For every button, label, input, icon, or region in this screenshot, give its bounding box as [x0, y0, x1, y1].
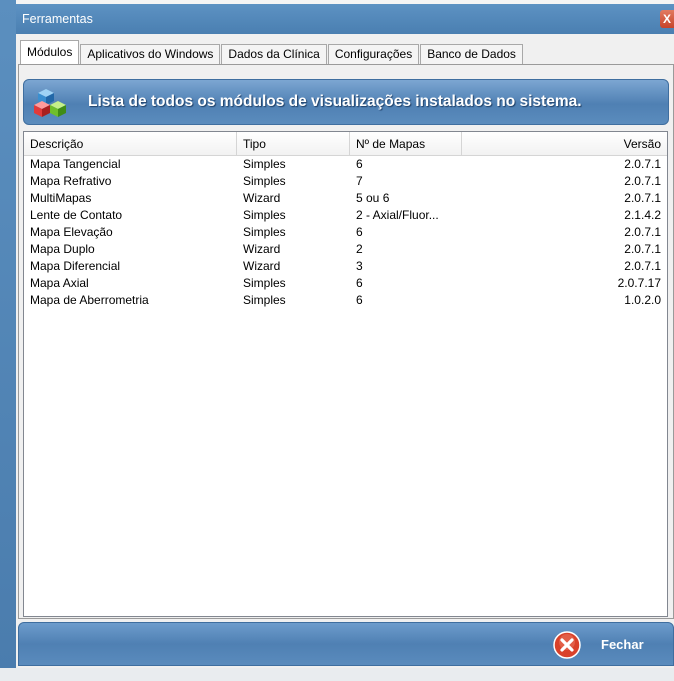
cell-versao: 2.0.7.1	[624, 225, 661, 239]
cell-descricao: Mapa Axial	[30, 276, 89, 290]
cell-descricao: Mapa Refrativo	[30, 174, 112, 188]
cell-num-mapas: 6	[356, 276, 363, 290]
window-left-border	[0, 0, 16, 681]
list-item[interactable]: Mapa Refrativo Simples 7 2.0.7.1	[24, 173, 667, 190]
cell-num-mapas: 2	[356, 242, 363, 256]
list-header: Descrição Tipo Nº de Mapas Versão	[24, 132, 667, 156]
list-item[interactable]: MultiMapas Wizard 5 ou 6 2.0.7.1	[24, 190, 667, 207]
window-close-button[interactable]: X	[660, 10, 674, 28]
info-banner: Lista de todos os módulos de visualizaçõ…	[23, 79, 669, 125]
column-header-versao[interactable]: Versão	[462, 132, 667, 156]
cell-num-mapas: 7	[356, 174, 363, 188]
list-body: Mapa Tangencial Simples 6 2.0.7.1 Mapa Refra…	[24, 156, 667, 309]
cell-descricao: MultiMapas	[30, 191, 92, 205]
list-item[interactable]: Lente de Contato Simples 2 - Axial/Fluor..…	[24, 207, 667, 224]
window-bottom-edge	[0, 668, 674, 681]
cell-versao: 2.0.7.17	[617, 276, 661, 290]
cell-descricao: Mapa Duplo	[30, 242, 95, 256]
modules-list[interactable]: Descrição Tipo Nº de Mapas Versão Mapa T…	[23, 131, 668, 617]
close-circle-icon	[553, 631, 581, 659]
cell-versao: 2.0.7.1	[624, 157, 661, 171]
title-bar[interactable]: Ferramentas X	[16, 4, 674, 34]
cell-descricao: Mapa de Aberrometria	[30, 293, 149, 307]
list-item[interactable]: Mapa Diferencial Wizard 3 2.0.7.1	[24, 258, 667, 275]
tab-panel-modulos: Lista de todos os módulos de visualizaçõ…	[18, 64, 674, 619]
cell-num-mapas: 6	[356, 157, 363, 171]
tab-configuracoes[interactable]: Configurações	[327, 44, 420, 64]
cell-num-mapas: 3	[356, 259, 363, 273]
cell-versao: 2.1.4.2	[624, 208, 661, 222]
tab-bar: Módulos Aplicativos do Windows Dados da …	[20, 40, 524, 64]
fechar-button[interactable]: Fechar	[549, 629, 669, 661]
column-header-num-mapas[interactable]: Nº de Mapas	[350, 132, 462, 156]
cell-tipo: Wizard	[243, 259, 281, 273]
cell-tipo: Wizard	[243, 242, 281, 256]
cell-tipo: Simples	[243, 174, 286, 188]
cell-tipo: Simples	[243, 225, 286, 239]
cell-descricao: Mapa Elevação	[30, 225, 113, 239]
cell-tipo: Simples	[243, 293, 286, 307]
cell-tipo: Wizard	[243, 191, 281, 205]
cell-versao: 2.0.7.1	[624, 191, 661, 205]
cubes-icon	[34, 89, 66, 117]
window-title: Ferramentas	[22, 12, 93, 26]
cell-tipo: Simples	[243, 276, 286, 290]
cell-num-mapas: 2 - Axial/Fluor...	[356, 208, 439, 222]
cell-versao: 1.0.2.0	[624, 293, 661, 307]
banner-title: Lista de todos os módulos de visualizaçõ…	[88, 93, 582, 110]
list-item[interactable]: Mapa Elevação Simples 6 2.0.7.1	[24, 224, 667, 241]
tab-banco-de-dados[interactable]: Banco de Dados	[420, 44, 523, 64]
cell-versao: 2.0.7.1	[624, 259, 661, 273]
cell-versao: 2.0.7.1	[624, 174, 661, 188]
cell-num-mapas: 6	[356, 225, 363, 239]
fechar-label: Fechar	[601, 637, 644, 652]
column-header-tipo[interactable]: Tipo	[237, 132, 350, 156]
window-client-area: Módulos Aplicativos do Windows Dados da …	[16, 34, 674, 668]
column-header-descricao[interactable]: Descrição	[24, 132, 237, 156]
cell-tipo: Simples	[243, 157, 286, 171]
cell-versao: 2.0.7.1	[624, 242, 661, 256]
list-item[interactable]: Mapa Axial Simples 6 2.0.7.17	[24, 275, 667, 292]
list-item[interactable]: Mapa de Aberrometria Simples 6 1.0.2.0	[24, 292, 667, 309]
tab-aplicativos-do-windows[interactable]: Aplicativos do Windows	[80, 44, 221, 64]
tab-modulos[interactable]: Módulos	[20, 40, 80, 64]
cell-descricao: Mapa Diferencial	[30, 259, 121, 273]
list-item[interactable]: Mapa Duplo Wizard 2 2.0.7.1	[24, 241, 667, 258]
cell-num-mapas: 5 ou 6	[356, 191, 390, 205]
list-item[interactable]: Mapa Tangencial Simples 6 2.0.7.1	[24, 156, 667, 173]
cell-tipo: Simples	[243, 208, 286, 222]
footer-bar: Fechar	[18, 622, 674, 666]
ferramentas-window: Ferramentas X Módulos Aplicativos do Win…	[0, 0, 674, 681]
cell-descricao: Mapa Tangencial	[30, 157, 121, 171]
cell-num-mapas: 6	[356, 293, 363, 307]
tab-dados-da-clinica[interactable]: Dados da Clínica	[221, 44, 327, 64]
cell-descricao: Lente de Contato	[30, 208, 123, 222]
